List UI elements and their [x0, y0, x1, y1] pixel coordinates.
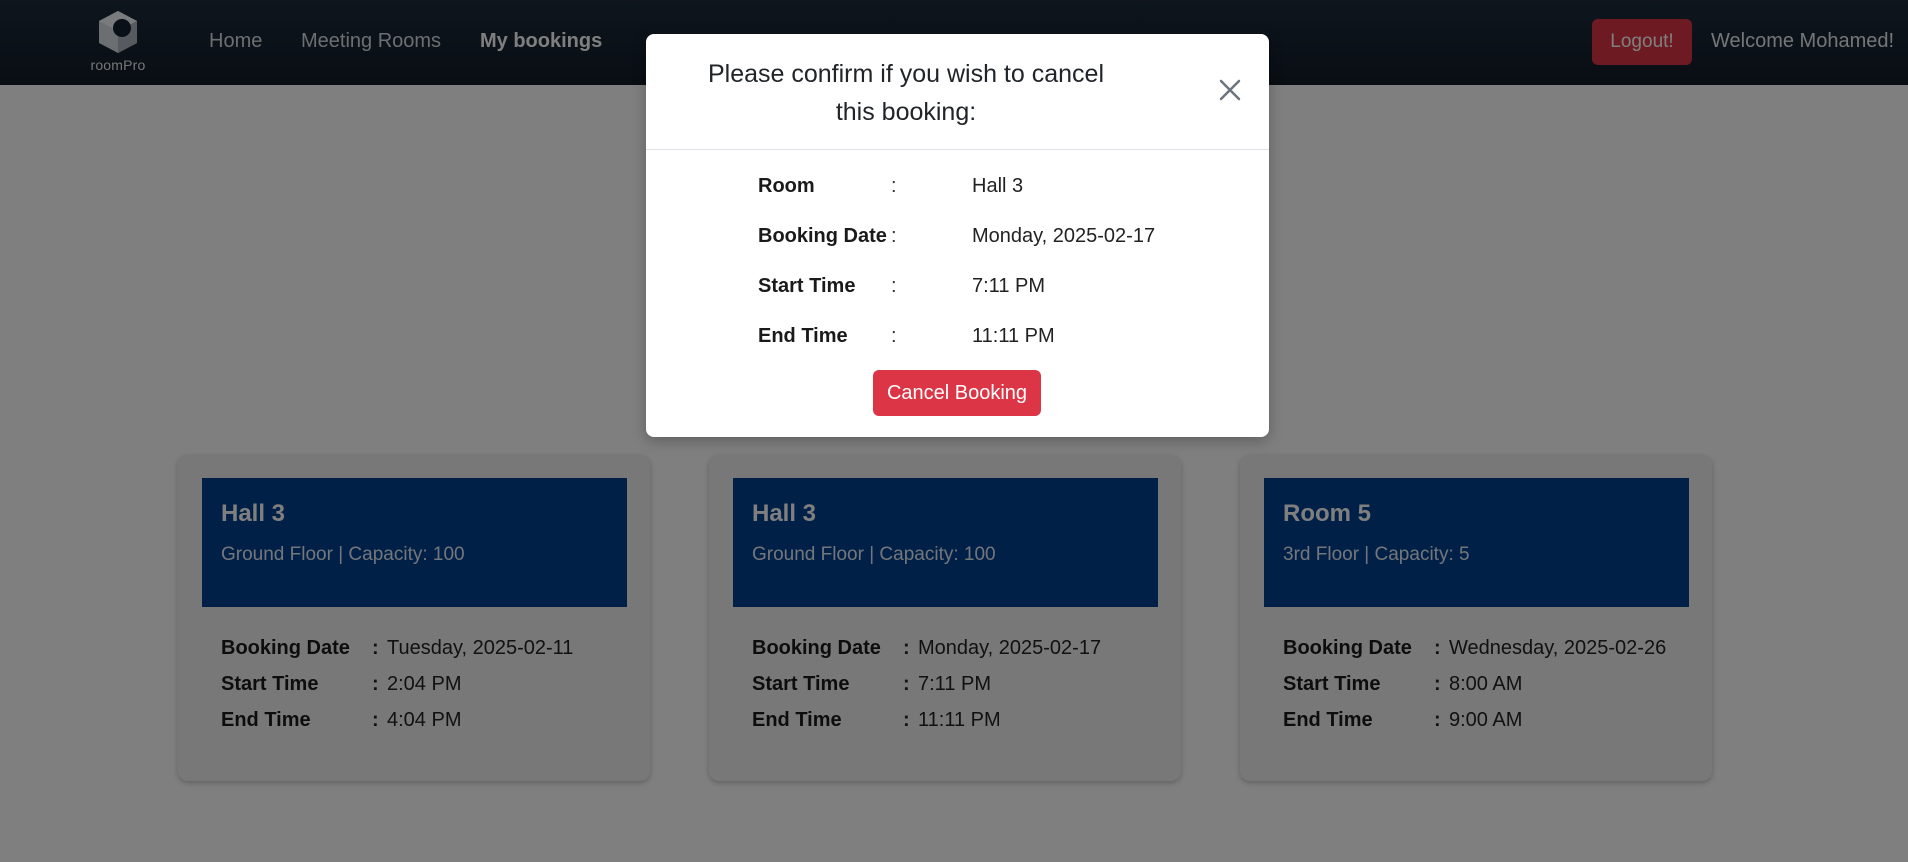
cancel-booking-button[interactable]: Cancel Booking — [873, 370, 1041, 416]
close-icon — [1219, 79, 1241, 101]
modal-room-value: Hall 3 — [972, 175, 1024, 197]
modal-room-label: Room — [758, 175, 815, 197]
modal-start-time-label: Start Time — [758, 275, 856, 297]
modal-booking-date-value: Monday, 2025-02-17 — [972, 225, 1156, 247]
modal-divider — [646, 149, 1269, 150]
modal-booking-date-label: Booking Date — [758, 225, 887, 247]
modal-end-time-label: End Time — [758, 325, 848, 347]
separator-colon: : — [891, 175, 897, 197]
separator-colon: : — [891, 325, 897, 347]
separator-colon: : — [891, 225, 897, 247]
modal-start-time-value: 7:11 PM — [972, 275, 1045, 297]
modal-title: Please confirm if you wish to cancel thi… — [707, 60, 1104, 126]
separator-colon: : — [891, 275, 897, 297]
close-button[interactable] — [1216, 76, 1244, 104]
cancel-booking-modal: Please confirm if you wish to cancel thi… — [646, 34, 1269, 437]
modal-end-time-value: 11:11 PM — [972, 325, 1055, 347]
